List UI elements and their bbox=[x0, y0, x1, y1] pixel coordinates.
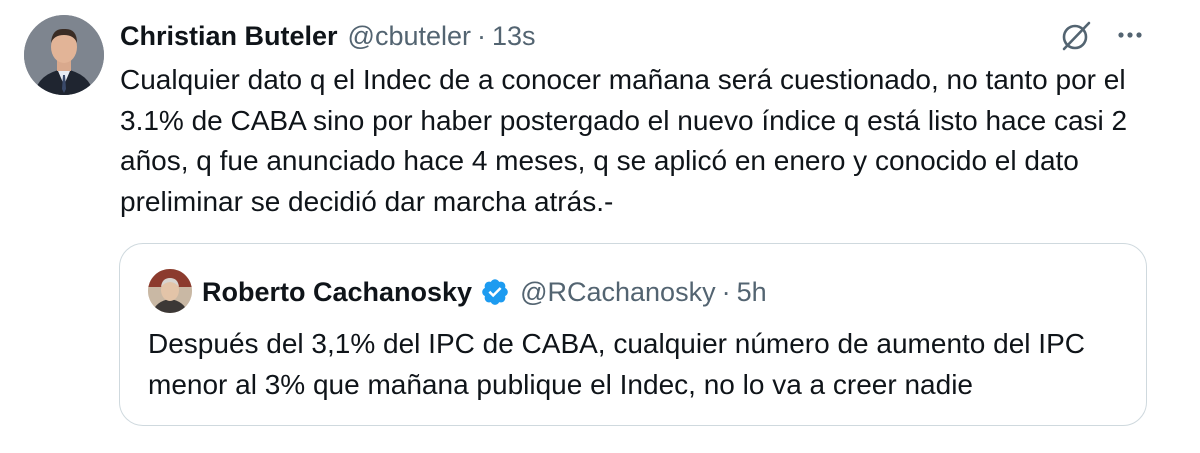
quoted-tweet-timestamp[interactable]: 5h bbox=[737, 277, 767, 308]
quoted-separator-dot: · bbox=[721, 276, 731, 307]
verified-badge-icon bbox=[480, 277, 510, 307]
separator-dot: · bbox=[477, 20, 487, 51]
quoted-avatar-image bbox=[148, 269, 192, 313]
quoted-author-avatar[interactable] bbox=[148, 269, 192, 313]
avatar-image bbox=[24, 15, 104, 95]
grok-icon[interactable] bbox=[1058, 18, 1094, 54]
author-name[interactable]: Christian Buteler bbox=[120, 21, 338, 52]
quoted-tweet-header: Roberto Cachanosky @RCachanosky · 5h bbox=[202, 272, 767, 312]
tweet-timestamp[interactable]: 13s bbox=[492, 21, 536, 52]
author-avatar[interactable] bbox=[24, 15, 104, 95]
quoted-tweet-text: Después del 3,1% del IPC de CABA, cualqu… bbox=[148, 328, 1085, 400]
tweet-header: Christian Buteler @cbuteler · 13s bbox=[120, 16, 536, 56]
quoted-author-handle[interactable]: @RCachanosky bbox=[520, 277, 716, 308]
more-options-icon[interactable] bbox=[1112, 20, 1148, 50]
tweet-text: Cualquier dato q el Indec de a conocer m… bbox=[120, 64, 1128, 217]
author-handle[interactable]: @cbuteler bbox=[348, 21, 471, 52]
quoted-tweet[interactable]: Roberto Cachanosky @RCachanosky · 5h Des… bbox=[119, 243, 1147, 426]
quoted-author-name[interactable]: Roberto Cachanosky bbox=[202, 277, 472, 308]
